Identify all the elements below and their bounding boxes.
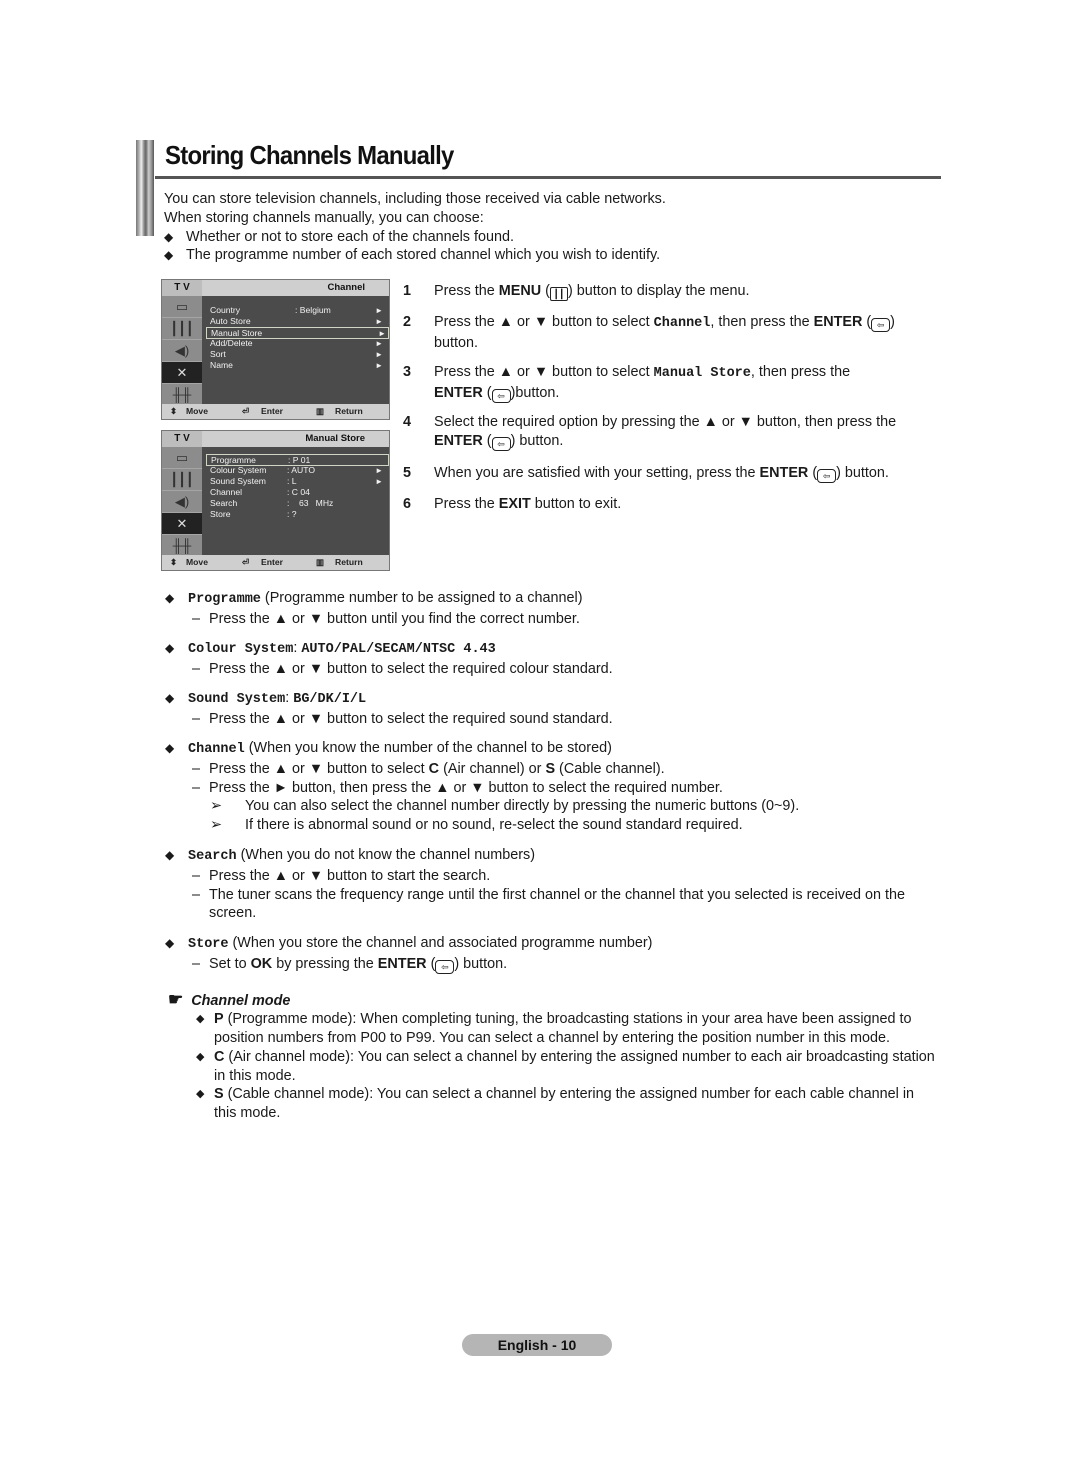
enter-button-icon: ⇦ xyxy=(491,436,511,451)
menu-icon: ▥ xyxy=(316,406,325,416)
channel-mode-heading: ☛ Channel mode xyxy=(168,990,291,1009)
tv-menu-header: T V Channel xyxy=(162,280,389,296)
note-arrow-icon: ➢ xyxy=(210,798,223,815)
menu-icon: ┃┃┃ xyxy=(162,469,202,491)
channel-mode-item-c: ◆ C (Air channel mode): You can select a … xyxy=(196,1049,935,1084)
intro-line: You can store television channels, inclu… xyxy=(164,191,666,207)
tv-menu-sidebar: ▭ ┃┃┃ ◀) ✕ ╫╫ xyxy=(162,447,202,557)
right-arrow-icon: ► xyxy=(375,317,383,326)
intro-bullet: ◆ The programme number of each stored cha… xyxy=(164,247,661,264)
tv-menu-row-add-delete: Add/Delete ► xyxy=(210,338,383,348)
enter-button-icon: ⇦ xyxy=(491,388,511,403)
diamond-bullet-icon: ◆ xyxy=(165,848,175,862)
enter-icon: ⏎ xyxy=(242,557,250,567)
tv-menu-row-country: Country: Belgium ► xyxy=(210,305,383,315)
note-arrow-icon: ➢ xyxy=(210,817,223,834)
tv-menu-panel: Programme: P 01 Colour System: AUTO ► Sou… xyxy=(202,447,389,555)
title-decoration-bars xyxy=(136,140,154,236)
tv-channel-menu-screenshot: T V Channel ▭ ┃┃┃ ◀) ✕ ╫╫ Country: Belgi… xyxy=(161,279,390,420)
detail-programme: ◆ Programme (Programme number to be assig… xyxy=(165,590,583,627)
diamond-bullet-icon: ◆ xyxy=(165,741,175,755)
tv-menu-row-auto-store: Auto Store ► xyxy=(210,316,383,326)
tv-menu-title: Manual Store xyxy=(305,433,365,444)
diamond-bullet-icon: ◆ xyxy=(165,936,175,950)
right-arrow-icon: ► xyxy=(375,350,383,359)
tv-label: T V xyxy=(162,280,202,296)
diamond-bullet-icon: ◆ xyxy=(165,591,175,605)
detail-sound-system: ◆ Sound System: BG/DK/I/L – Press the ▲ or… xyxy=(165,690,613,727)
up-down-icon: ⬍ xyxy=(170,406,178,416)
detail-colour-system: ◆ Colour System: AUTO/PAL/SECAM/NTSC 4.43… xyxy=(165,640,613,677)
detail-search: ◆ Search (When you do not know the channe… xyxy=(165,847,905,922)
setup-sliders-icon: ╫╫ xyxy=(162,535,202,557)
page-number-badge: English - 10 xyxy=(462,1334,612,1356)
right-arrow-icon: ► xyxy=(375,477,383,486)
title-rule xyxy=(155,176,941,179)
diamond-bullet-icon: ◆ xyxy=(196,1088,205,1100)
channel-mode-item-p: ◆ P (Programme mode): When completing tun… xyxy=(196,1011,912,1046)
tv-menu-footer: ⬍ Move ⏎ Enter ▥ Return xyxy=(162,555,389,570)
tv-label: T V xyxy=(162,431,202,447)
right-arrow-icon: ► xyxy=(375,339,383,348)
intro-line: When storing channels manually, you can … xyxy=(164,209,484,226)
up-down-icon: ⬍ xyxy=(170,557,178,567)
sound-icon: ◀) xyxy=(162,340,202,362)
diamond-bullet-icon: ◆ xyxy=(164,229,174,244)
tv-menu-row-sort: Sort ► xyxy=(210,349,383,359)
diamond-bullet-icon: ◆ xyxy=(164,248,174,263)
tv-menu-row-name: Name ► xyxy=(210,360,383,370)
enter-button-icon: ⇦ xyxy=(817,469,837,483)
right-arrow-icon: ► xyxy=(375,306,383,315)
detail-store: ◆ Store (When you store the channel and a… xyxy=(165,935,653,974)
diamond-bullet-icon: ◆ xyxy=(165,691,175,705)
tv-menu-row-channel: Channel: C 04 xyxy=(210,487,310,497)
sound-icon: ◀) xyxy=(162,491,202,513)
right-arrow-icon: ► xyxy=(375,361,383,370)
tv-menu-row-store: Store: ? xyxy=(210,509,297,519)
channel-mode-item-s: ◆ S (Cable channel mode): You can select … xyxy=(196,1086,915,1121)
tv-menu-sidebar: ▭ ┃┃┃ ◀) ✕ ╫╫ xyxy=(162,296,202,406)
diamond-bullet-icon: ◆ xyxy=(165,641,175,655)
tv-menu-row-search: Search: 63 MHz xyxy=(210,498,334,508)
pointing-hand-icon: ☛ xyxy=(168,990,184,1009)
tv-menu-footer: ⬍ Move ⏎ Enter ▥ Return xyxy=(162,404,389,419)
menu-button-icon: ┃┃ xyxy=(549,287,568,301)
tv-menu-row-sound-system: Sound System: L ► xyxy=(210,476,383,486)
tv-menu-panel: Country: Belgium ► Auto Store ► Manual Sto… xyxy=(202,296,389,404)
page-title: Storing Channels Manually xyxy=(165,140,454,170)
diamond-bullet-icon: ◆ xyxy=(196,1013,205,1025)
channel-antenna-icon: ✕ xyxy=(162,513,202,535)
channel-antenna-icon: ✕ xyxy=(162,362,202,384)
diamond-bullet-icon: ◆ xyxy=(196,1051,205,1063)
picture-icon: ▭ xyxy=(162,447,202,469)
tv-menu-title: Channel xyxy=(327,282,365,293)
picture-icon: ▭ xyxy=(162,296,202,318)
menu-icon: ┃┃┃ xyxy=(162,318,202,340)
detail-channel: ◆ Channel (When you know the number of th… xyxy=(165,740,800,834)
intro-bullet: ◆ Whether or not to store each of the cha… xyxy=(164,228,514,245)
tv-menu-header: T V Manual Store xyxy=(162,431,389,447)
menu-icon: ▥ xyxy=(316,557,325,567)
intro: You can store television channels, inclu… xyxy=(164,190,666,265)
enter-icon: ⏎ xyxy=(242,406,250,416)
setup-sliders-icon: ╫╫ xyxy=(162,384,202,406)
tv-manual-store-menu-screenshot: T V Manual Store ▭ ┃┃┃ ◀) ✕ ╫╫ Programme… xyxy=(161,430,390,571)
right-arrow-icon: ► xyxy=(375,466,383,475)
tv-menu-row-colour-system: Colour System: AUTO ► xyxy=(210,465,383,475)
enter-button-icon: ⇦ xyxy=(871,318,891,332)
enter-button-icon: ⇦ xyxy=(435,959,455,974)
